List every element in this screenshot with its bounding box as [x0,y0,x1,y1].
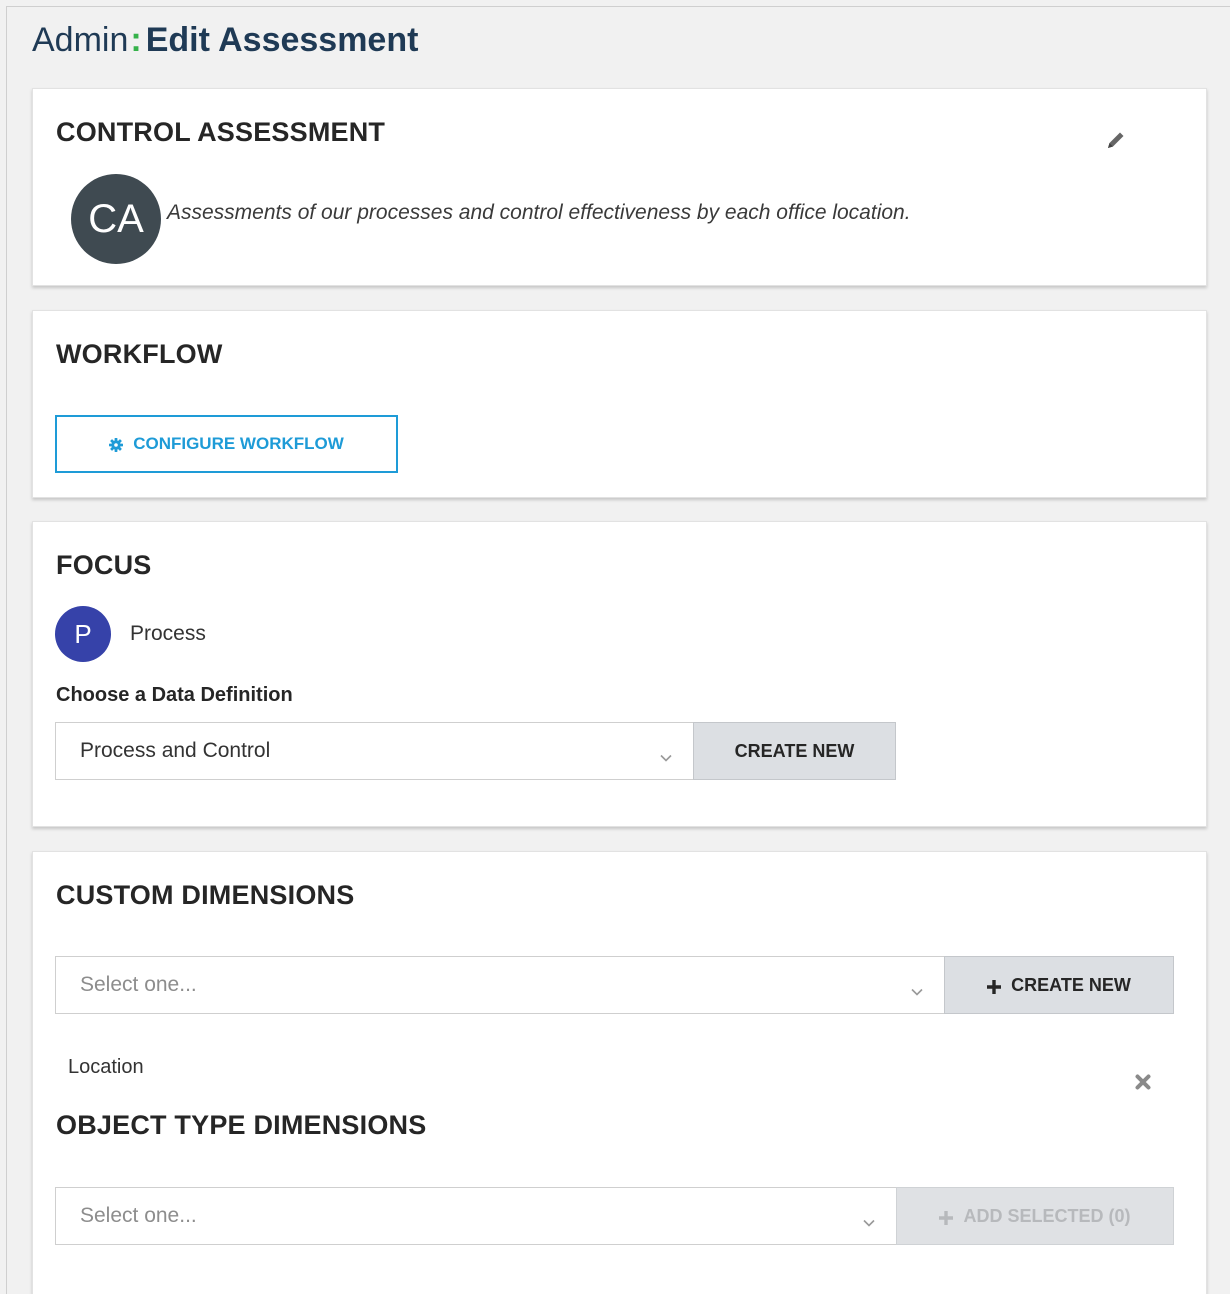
custom-dimension-select[interactable]: Select one... [55,956,945,1014]
custom-dimensions-title: CUSTOM DIMENSIONS [56,880,355,910]
focus-avatar: P [55,606,111,662]
create-dimension-label: CREATE NEW [1011,974,1131,995]
object-type-dimension-select[interactable]: Select one... [55,1187,897,1245]
data-definition-select[interactable]: Process and Control [55,722,694,780]
configure-workflow-button[interactable]: CONFIGURE WORKFLOW [55,415,398,473]
page-title-admin: Admin [32,21,129,59]
object-type-placeholder: Select one... [80,1204,197,1227]
plus-icon [939,1209,954,1225]
configure-workflow-label: CONFIGURE WORKFLOW [133,434,344,453]
page-title-separator: : [130,21,142,59]
custom-dimension-placeholder: Select one... [80,973,197,996]
focus-title: FOCUS [56,550,152,580]
assessment-description: Assessments of our processes and control… [167,201,911,224]
chevron-down-icon [862,1210,876,1227]
focus-card: FOCUS P Process Choose a Data Definition… [32,521,1207,827]
object-type-dimensions-title: OBJECT TYPE DIMENSIONS [56,1110,427,1140]
workflow-title: WORKFLOW [56,339,223,369]
avatar: CA [71,174,161,264]
create-dimension-button[interactable]: CREATE NEW [944,956,1174,1014]
data-definition-value: Process and Control [80,739,271,762]
add-selected-button[interactable]: ADD SELECTED (0) [896,1187,1174,1245]
add-selected-label: ADD SELECTED (0) [963,1205,1131,1226]
create-data-definition-label: CREATE NEW [734,740,855,761]
dimension-item-location: Location [68,1056,144,1078]
assessment-card: CONTROL ASSESSMENT CA Assessments of our… [32,88,1207,286]
dimensions-card: CUSTOM DIMENSIONS Select one... CREATE N… [32,851,1207,1294]
chevron-down-icon [910,979,924,996]
page-title: Admin: Edit Assessment [32,20,418,60]
focus-name: Process [130,622,206,645]
plus-icon [987,978,1002,994]
focus-avatar-initial: P [74,618,92,649]
gear-icon [109,437,124,452]
pencil-icon[interactable] [1105,129,1127,151]
data-definition-label: Choose a Data Definition [56,684,293,706]
create-data-definition-button[interactable]: CREATE NEW [693,722,896,780]
page-title-edit-assessment: Edit Assessment [145,21,419,59]
assessment-title: CONTROL ASSESSMENT [56,117,386,147]
workflow-card: WORKFLOW CONFIGURE WORKFLOW [32,310,1207,498]
chevron-down-icon [659,745,673,762]
avatar-initials: CA [88,196,144,241]
close-icon[interactable] [1133,1072,1153,1092]
